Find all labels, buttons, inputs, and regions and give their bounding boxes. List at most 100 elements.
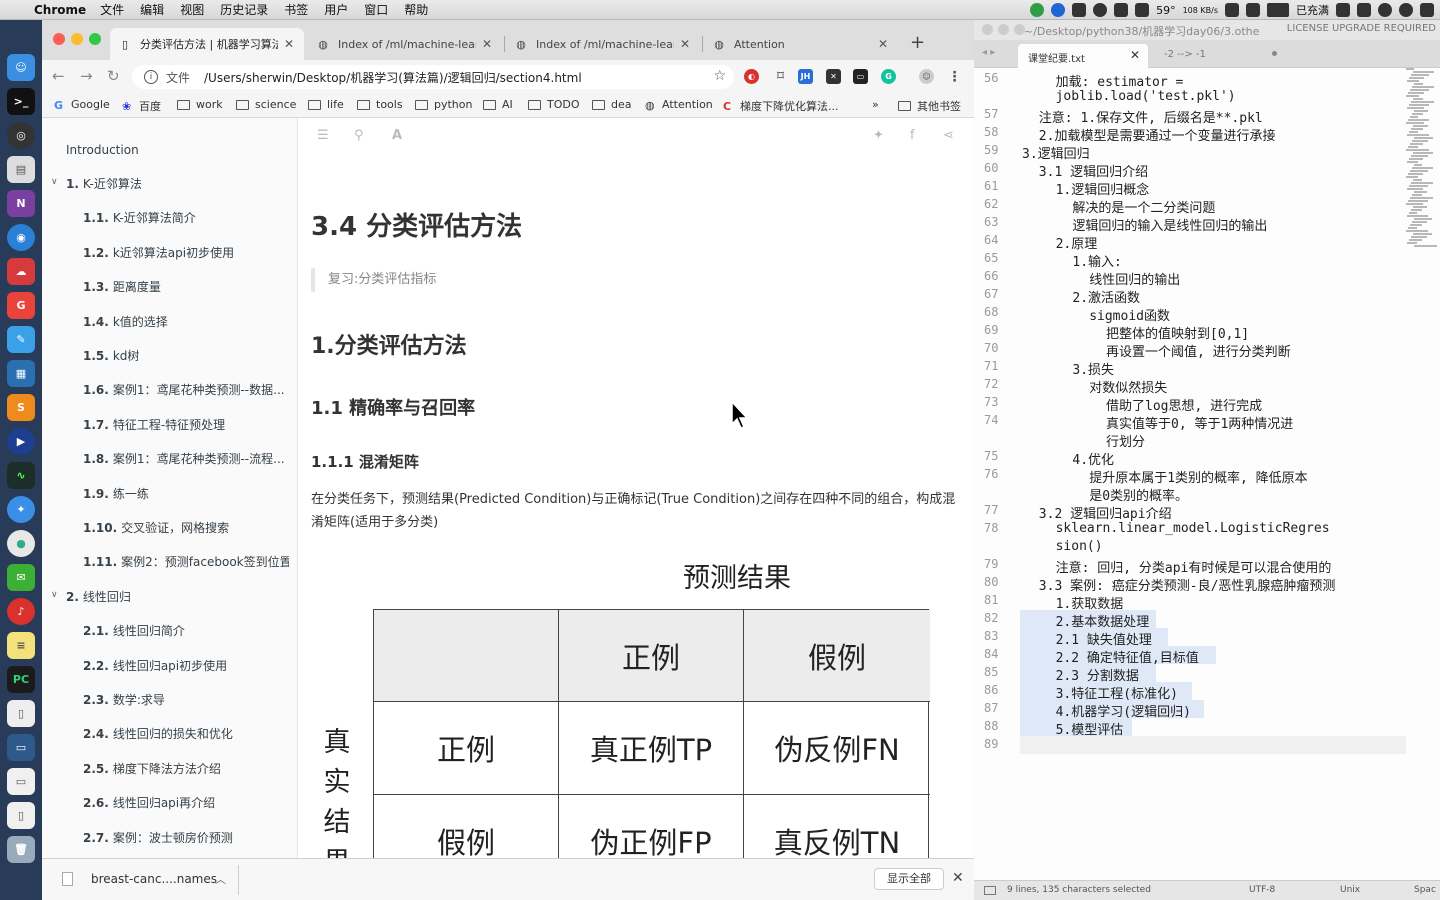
chevron-down-icon[interactable]: ∨: [51, 177, 58, 187]
menu-app-name[interactable]: Chrome: [34, 3, 86, 17]
bookmark-tools[interactable]: tools: [357, 98, 403, 111]
close-download-bar-icon[interactable]: ✕: [952, 870, 964, 886]
siri-icon[interactable]: [1399, 3, 1413, 17]
close-window-button[interactable]: [982, 24, 993, 35]
editor-tab-other[interactable]: -2 --> -1: [1164, 49, 1206, 60]
safari-icon[interactable]: ✦: [7, 496, 35, 523]
search-icon[interactable]: [1378, 3, 1392, 17]
grammarly-extension-icon[interactable]: G: [881, 69, 896, 84]
terminal-icon[interactable]: >_: [7, 88, 35, 115]
sidebar-item[interactable]: 1.7. 特征工程-特征预处理: [83, 416, 289, 433]
panel-toggle-icon[interactable]: [984, 886, 996, 895]
display-icon[interactable]: [1357, 3, 1371, 17]
indentation-status[interactable]: Spac: [1414, 885, 1436, 895]
show-all-downloads-button[interactable]: 显示全部: [874, 868, 944, 890]
document-icon[interactable]: ▯: [7, 700, 35, 727]
chevron-down-icon[interactable]: ∨: [51, 590, 58, 600]
bookmark-star-icon[interactable]: ☆: [713, 68, 726, 84]
close-tab-icon[interactable]: ✕: [480, 37, 494, 51]
notes-icon[interactable]: ≡: [7, 632, 35, 659]
back-icon[interactable]: ←: [52, 67, 65, 85]
sidebar-item[interactable]: 1.9. 练一练: [83, 485, 289, 502]
obs-icon[interactable]: ◎: [7, 122, 35, 149]
address-bar[interactable]: i 文件 /Users/sherwin/Desktop/机器学习(算法篇)/逻辑…: [132, 65, 734, 89]
battery-icon[interactable]: [1267, 3, 1289, 17]
menu-user[interactable]: 用户: [324, 1, 348, 18]
tab-attention[interactable]: ◍ Attention ✕: [704, 28, 898, 60]
search-icon[interactable]: ⚲: [354, 128, 364, 143]
sidebar-item[interactable]: 1. K-近邻算法: [66, 175, 286, 192]
bookmark-gradient-descent[interactable]: C 梯度下降优化算法...: [723, 98, 839, 114]
finder-icon[interactable]: ☺: [7, 54, 35, 81]
code-area[interactable]: 加载: estimator = joblib.load('test.pkl') 注意…: [1020, 68, 1406, 888]
sidebar-item[interactable]: 1.3. 距离度量: [83, 278, 289, 295]
bookmark-baidu[interactable]: ❀ 百度: [122, 98, 161, 114]
sidebar-item[interactable]: 2.1. 线性回归简介: [83, 622, 289, 639]
cloud-drive-icon[interactable]: ☁: [7, 258, 35, 285]
screen-icon[interactable]: [1114, 3, 1129, 17]
chrome-icon[interactable]: ●: [7, 530, 35, 557]
g-app-icon[interactable]: G: [7, 292, 35, 319]
bookmark-ai[interactable]: AI: [483, 98, 513, 111]
sidebar-item[interactable]: 2.3. 数学:求导: [83, 691, 289, 708]
tab-index-1[interactable]: ◍ Index of /ml/machine-learning ✕: [308, 28, 502, 60]
line-endings-status[interactable]: Unix: [1340, 885, 1360, 895]
vpn-icon[interactable]: [1051, 3, 1066, 17]
sidebar-item[interactable]: 2.6. 线性回归api再介绍: [83, 794, 289, 811]
profile-avatar[interactable]: ☺: [919, 69, 934, 84]
minimap[interactable]: [1406, 68, 1440, 268]
bookmark-python[interactable]: python: [415, 98, 472, 111]
forward-icon[interactable]: →: [80, 67, 93, 85]
facebook-icon[interactable]: f: [910, 128, 915, 143]
grid-icon[interactable]: [1135, 3, 1150, 17]
new-tab-button[interactable]: +: [910, 32, 925, 53]
bookmarks-more-icon[interactable]: »: [872, 98, 879, 111]
reload-icon[interactable]: ↻: [107, 67, 120, 85]
pycharm-icon[interactable]: PC: [7, 666, 35, 693]
close-window-button[interactable]: [53, 33, 65, 45]
menu-edit[interactable]: 编辑: [140, 1, 164, 18]
trash-icon[interactable]: 🗑: [7, 836, 35, 863]
quicktime-icon[interactable]: ◉: [7, 224, 35, 251]
minimize-window-button[interactable]: [998, 24, 1009, 35]
sidebar-item[interactable]: 2.4. 线性回归的损失和优化: [83, 725, 289, 742]
screen-extension-icon[interactable]: ▭: [853, 69, 868, 84]
tab-nav-arrows-icon[interactable]: ◂ ▸: [982, 47, 995, 58]
upload-status-icon[interactable]: [1030, 3, 1045, 17]
bookmark-science[interactable]: science: [236, 98, 296, 111]
sidebar-item[interactable]: 1.2. k近邻算法api初步使用: [83, 244, 289, 261]
onenote-icon[interactable]: N: [7, 190, 35, 217]
wechat-icon[interactable]: [1336, 3, 1350, 17]
tab-classification[interactable]: ▯ 分类评估方法 | 机器学习算法 ✕: [110, 28, 304, 60]
sidebar-item[interactable]: 1.6. 案例1：鸢尾花种类预测--数据...: [83, 381, 289, 398]
sidebar-item[interactable]: 1.4. k值的选择: [83, 313, 289, 330]
menu-bookmarks[interactable]: 书签: [284, 1, 308, 18]
sidebar-item[interactable]: 2.2. 线性回归api初步使用: [83, 657, 289, 674]
jh-extension-icon[interactable]: JH: [798, 69, 813, 84]
chrome-menu-icon[interactable]: ⋮: [947, 69, 962, 85]
sidebar-item[interactable]: 1.1. K-近邻算法简介: [83, 209, 289, 226]
chevron-up-icon[interactable]: ︿: [215, 871, 226, 887]
tab-index-2[interactable]: ◍ Index of /ml/machine-learning ✕: [506, 28, 700, 60]
screen-share-icon[interactable]: ▭: [7, 734, 35, 761]
close-tab-icon[interactable]: ✕: [876, 37, 890, 51]
editor-tab-notes[interactable]: 课堂纪要.txt ✕: [1018, 44, 1148, 68]
bookmark-dea[interactable]: dea: [592, 98, 632, 111]
share-icon[interactable]: ⋖: [943, 128, 954, 143]
battery-status[interactable]: 已充满: [1296, 2, 1329, 18]
activity-monitor-icon[interactable]: ∿: [7, 462, 35, 489]
sidebar-item[interactable]: 2.7. 案例：波士顿房价预测: [83, 829, 289, 846]
downloads-icon[interactable]: ▯: [7, 802, 35, 829]
preview-icon[interactable]: ▤: [7, 156, 35, 183]
close-tab-icon[interactable]: ✕: [1130, 48, 1140, 62]
edit-app-icon[interactable]: ✎: [7, 326, 35, 353]
other-bookmarks[interactable]: 其他书签: [898, 98, 961, 114]
menu-file[interactable]: 文件: [100, 1, 124, 18]
encoding-status[interactable]: UTF-8: [1249, 885, 1275, 895]
bookmark-work[interactable]: work: [177, 98, 223, 111]
notification-icon[interactable]: [1420, 3, 1434, 17]
sidebar-item[interactable]: 1.8. 案例1：鸢尾花种类预测--流程...: [83, 450, 289, 467]
sublime-icon[interactable]: S: [7, 394, 35, 421]
font-settings-icon[interactable]: A: [392, 128, 402, 143]
file-icon[interactable]: ▭: [7, 768, 35, 795]
